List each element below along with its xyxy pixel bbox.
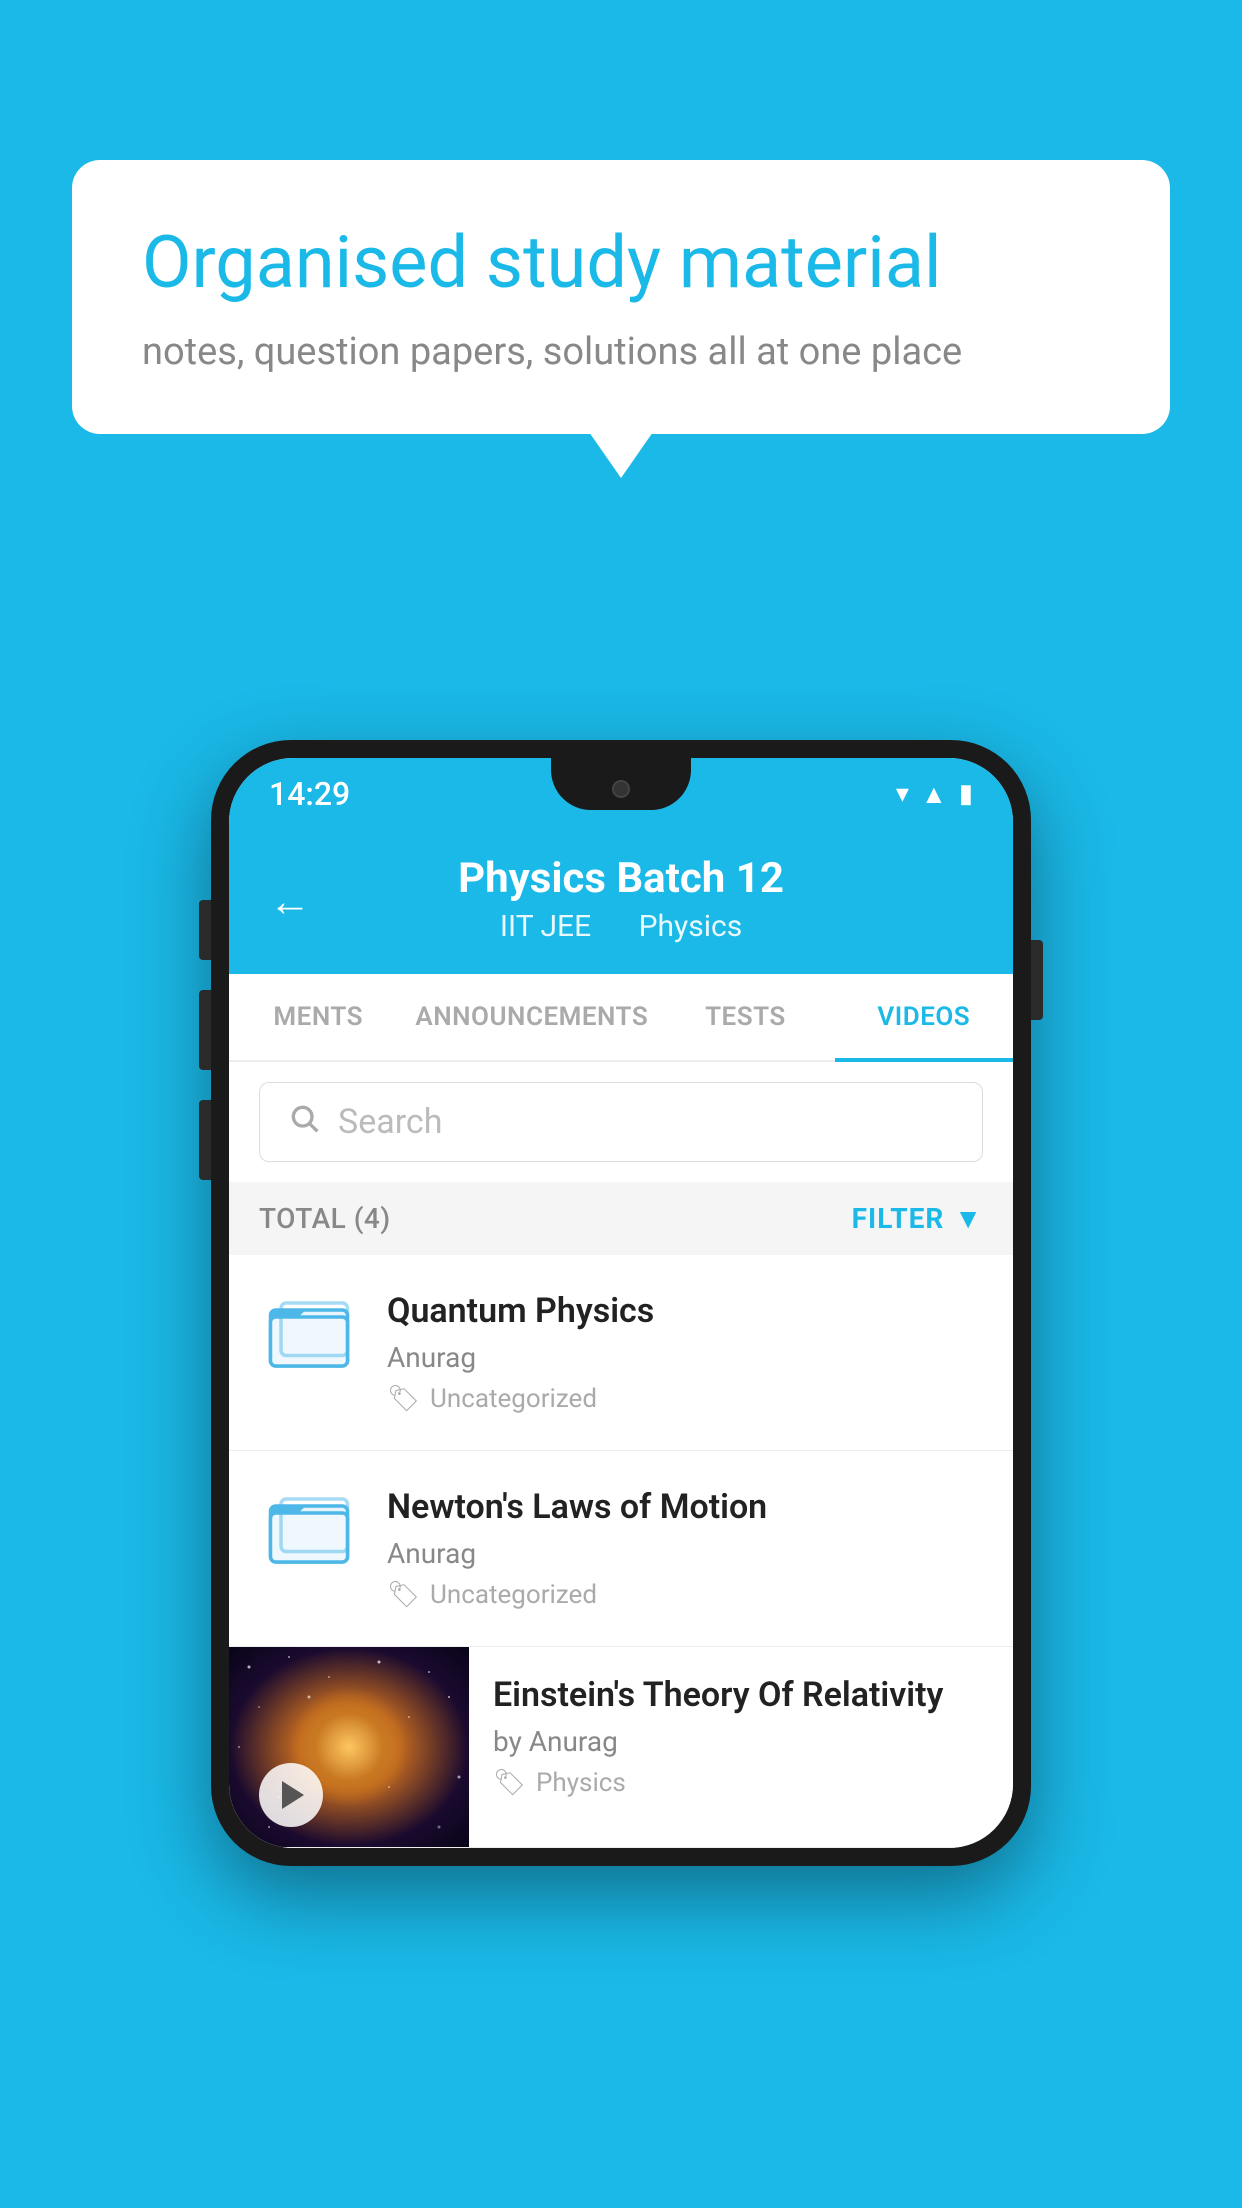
search-container: Search [229, 1062, 1013, 1182]
item-info: Newton's Laws of Motion Anurag 🏷 Uncateg… [387, 1487, 983, 1610]
play-icon [282, 1781, 304, 1809]
tabs-bar: MENTS ANNOUNCEMENTS TESTS VIDEOS [229, 974, 1013, 1062]
tab-announcements[interactable]: ANNOUNCEMENTS [407, 974, 656, 1060]
battery-icon: ▮ [959, 779, 973, 809]
signal-icon: ▲ [921, 779, 947, 810]
filter-label: FILTER [852, 1202, 945, 1235]
volume-down-button [199, 1100, 211, 1180]
tag-label: Uncategorized [430, 1580, 597, 1610]
notch [551, 758, 691, 810]
header-subject: Physics [639, 909, 743, 944]
app-header: ← Physics Batch 12 IIT JEE Physics [229, 830, 1013, 974]
wifi-icon: ▾ [896, 779, 909, 809]
item-title: Newton's Laws of Motion [387, 1487, 983, 1527]
item-author: Anurag [387, 1341, 983, 1374]
item-info: Einstein's Theory Of Relativity by Anura… [469, 1647, 1013, 1818]
item-title: Quantum Physics [387, 1291, 983, 1331]
video-thumbnail [229, 1647, 469, 1847]
folder-icon [267, 1291, 351, 1371]
folder-icon [267, 1487, 351, 1567]
tag-icon: 🏷 [387, 1384, 420, 1414]
tab-ments[interactable]: MENTS [229, 974, 407, 1060]
volume-up-button [199, 990, 211, 1070]
play-button[interactable] [259, 1763, 323, 1827]
phone-outer: 14:29 ▾ ▲ ▮ ← Physics Batch 12 IIT JEE P… [211, 740, 1031, 1866]
tab-tests[interactable]: TESTS [656, 974, 834, 1060]
tab-videos[interactable]: VIDEOS [835, 974, 1013, 1060]
folder-icon-container [259, 1291, 359, 1371]
phone-screen: 14:29 ▾ ▲ ▮ ← Physics Batch 12 IIT JEE P… [229, 758, 1013, 1848]
phone-frame: 14:29 ▾ ▲ ▮ ← Physics Batch 12 IIT JEE P… [211, 740, 1031, 1866]
list-item[interactable]: Newton's Laws of Motion Anurag 🏷 Uncateg… [229, 1451, 1013, 1647]
total-count: TOTAL (4) [259, 1202, 391, 1235]
search-placeholder: Search [338, 1102, 442, 1142]
bubble-subtitle: notes, question papers, solutions all at… [142, 330, 1100, 374]
folder-icon-container [259, 1487, 359, 1567]
camera [612, 780, 630, 798]
volume-mute-button [199, 900, 211, 960]
item-info: Quantum Physics Anurag 🏷 Uncategorized [387, 1291, 983, 1414]
tag-icon: 🏷 [387, 1580, 420, 1610]
speech-bubble-container: Organised study material notes, question… [72, 160, 1170, 434]
speech-bubble: Organised study material notes, question… [72, 160, 1170, 434]
thumbnail-bg [229, 1647, 469, 1847]
tag-icon: 🏷 [493, 1768, 526, 1798]
status-bar: 14:29 ▾ ▲ ▮ [229, 758, 1013, 830]
list-item[interactable]: Quantum Physics Anurag 🏷 Uncategorized [229, 1255, 1013, 1451]
item-tag: 🏷 Uncategorized [387, 1384, 983, 1414]
search-box[interactable]: Search [259, 1082, 983, 1162]
status-icons: ▾ ▲ ▮ [896, 779, 973, 810]
tag-label: Uncategorized [430, 1384, 597, 1414]
filter-icon: ▼ [954, 1202, 983, 1235]
header-subtitle: IIT JEE Physics [269, 909, 973, 944]
item-tag: 🏷 Uncategorized [387, 1580, 983, 1610]
filter-bar: TOTAL (4) FILTER ▼ [229, 1182, 1013, 1255]
header-title: Physics Batch 12 [269, 854, 973, 903]
item-author: Anurag [387, 1537, 983, 1570]
item-title: Einstein's Theory Of Relativity [493, 1675, 993, 1715]
tag-label: Physics [536, 1768, 626, 1798]
filter-button[interactable]: FILTER ▼ [852, 1202, 983, 1235]
video-list: Quantum Physics Anurag 🏷 Uncategorized [229, 1255, 1013, 1848]
star-field [229, 1647, 469, 1847]
item-tag: 🏷 Physics [493, 1768, 993, 1798]
status-time: 14:29 [269, 775, 350, 813]
list-item[interactable]: Einstein's Theory Of Relativity by Anura… [229, 1647, 1013, 1848]
header-course: IIT JEE [500, 909, 591, 944]
back-button[interactable]: ← [269, 878, 311, 927]
search-icon [288, 1101, 320, 1143]
bubble-title: Organised study material [142, 220, 1100, 306]
power-button [1031, 940, 1043, 1020]
item-author: by Anurag [493, 1725, 993, 1758]
